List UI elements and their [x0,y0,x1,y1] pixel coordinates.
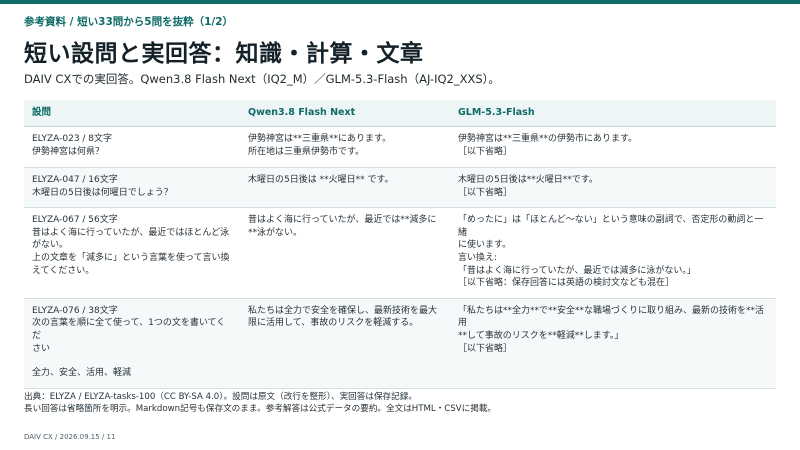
table-row: ELYZA-067 / 56文字 昔はよく海に行っていたが、最近ではほとんど泳 … [24,207,776,299]
question-id: ELYZA-023 / 8文字 [32,134,113,144]
page-subtitle: DAIV CXでの実回答。Qwen3.8 Flash Next（IQ2_M）／G… [24,72,500,86]
question-id: ELYZA-067 / 56文字 [32,215,118,226]
page-title: 短い設問と実回答：知識・計算・文章 [24,41,424,67]
answer-line: 昔はよく海に行っていたが、最近では**減多に [248,215,437,226]
answer-line: 私たちは全力で安全を確保し、最新技術を最大 [248,305,438,316]
question-text: 上の文章を「減多に」という言葉を使って言い換 [32,252,230,263]
glm-answer-cell: 伊勢神宮は**三重県**の伊勢市にあります。 ［以下省略］ [450,126,776,168]
answer-line: **泳がない。 [248,227,303,238]
question-text: 昔はよく海に行っていたが、最近ではほとんど泳 [32,227,230,238]
question-text: 次の言葉を順に全て使って、1つの文を書いてくだ [32,318,226,341]
comparison-table: 設問 Qwen3.8 Flash Next GLM-5.3-Flash ELYZ… [24,100,776,389]
glm-answer-cell: 「私たちは**全力**で**安全**な職場づくりに取り組み、最新の技術を**活用… [450,298,776,389]
question-cell: ELYZA-076 / 38文字 次の言葉を順に全て使って、1つの文を書いてくだ… [24,298,240,389]
breadcrumb: 参考資料 / 短い33問から5問を抜粋（1/2） [24,16,234,28]
glm-answer-cell: 木曜日の5日後は**火曜日**です。 ［以下省略］ [450,167,776,209]
qwen-answer-cell: 伊勢神宮は**三重県**にあります。 所在地は三重県伊勢市です。 [240,126,450,168]
column-header-question: 設問 [24,100,240,127]
column-header-glm: GLM-5.3-Flash [450,100,776,127]
question-text: えてください。 [32,265,95,276]
table-row: ELYZA-076 / 38文字 次の言葉を順に全て使って、1つの文を書いてくだ… [24,298,776,389]
footnote-line: 出典：ELYZA / ELYZA-tasks-100（CC BY-SA 4.0）… [24,392,417,402]
table-row: ELYZA-023 / 8文字 伊勢神宮は何県？ 伊勢神宮は**三重県**にあり… [24,126,776,168]
question-cell: ELYZA-023 / 8文字 伊勢神宮は何県？ [24,126,240,168]
table-row: ELYZA-047 / 16文字 木曜日の5日後は何曜日でしょう？ 木曜日の5日… [24,167,776,209]
footnote-line: 長い回答は省略箇所を明示。Markdown記号も保存文のまま。参考解答は公式デー… [24,404,497,414]
question-cell: ELYZA-067 / 56文字 昔はよく海に行っていたが、最近ではほとんど泳 … [24,207,240,299]
glm-answer-cell: 「めったに」は「ほとんど〜ない」という意味の副詞で、否定形の動詞と一緒 に使いま… [450,207,776,299]
answer-line: 限に活用して、事故のリスクを軽減する。 [248,318,419,329]
qwen-answer-cell: 昔はよく海に行っていたが、最近では**減多に **泳がない。 [240,207,450,299]
answer-line: 「めったに」は「ほとんど〜ない」という意味の副詞で、否定形の動詞と一緒 [458,215,764,238]
answer-line: 所在地は三重県伊勢市です。 [248,146,365,157]
question-text: 伊勢神宮は何県？ [32,146,105,157]
answer-line: ［以下省略］ [458,146,513,157]
qwen-answer-cell: 私たちは全力で安全を確保し、最新技術を最大 限に活用して、事故のリスクを軽減する… [240,298,450,389]
source-footnote: 出典：ELYZA / ELYZA-tasks-100（CC BY-SA 4.0）… [24,391,496,415]
answer-line: 伊勢神宮は**三重県**にあります。 [248,134,392,144]
question-text: 全力、安全、活用、軽減 [32,368,132,379]
answer-line: 言い換え: [458,252,498,263]
answer-line: ［以下省略：保存回答には英語の検討文なども混在］ [458,278,675,289]
answer-line: 木曜日の5日後は**火曜日**です。 [458,175,598,185]
question-text: 木曜日の5日後は何曜日でしょう？ [32,187,173,198]
question-id: ELYZA-076 / 38文字 [32,305,118,316]
table-header-row: 設問 Qwen3.8 Flash Next GLM-5.3-Flash [24,100,776,127]
answer-line: に使います。 [458,240,512,251]
answer-line: ［以下省略］ [458,343,513,354]
qwen-answer-cell: 木曜日の5日後は **火曜日** です。 [240,167,450,209]
question-text: がない。 [32,240,69,251]
answer-line: ［以下省略］ [458,187,513,198]
answer-line: 伊勢神宮は**三重県**の伊勢市にあります。 [458,134,638,144]
answer-line: **して事故のリスクを**軽減**します。」 [458,330,624,341]
question-id: ELYZA-047 / 16文字 [32,175,118,185]
column-header-qwen: Qwen3.8 Flash Next [240,100,450,127]
page-footer: DAIV CX / 2026.09.15 / 11 [24,433,116,441]
answer-line: 木曜日の5日後は **火曜日** です。 [248,175,394,185]
answer-line: 「私たちは**全力**で**安全**な職場づくりに取り組み、最新の技術を**活用 [458,305,765,329]
question-cell: ELYZA-047 / 16文字 木曜日の5日後は何曜日でしょう？ [24,167,240,209]
top-accent-bar [0,0,800,4]
question-text: さい [32,343,51,354]
answer-line: 「昔はよく海に行っていたが、最近では減多に泳がない。」 [458,265,696,276]
